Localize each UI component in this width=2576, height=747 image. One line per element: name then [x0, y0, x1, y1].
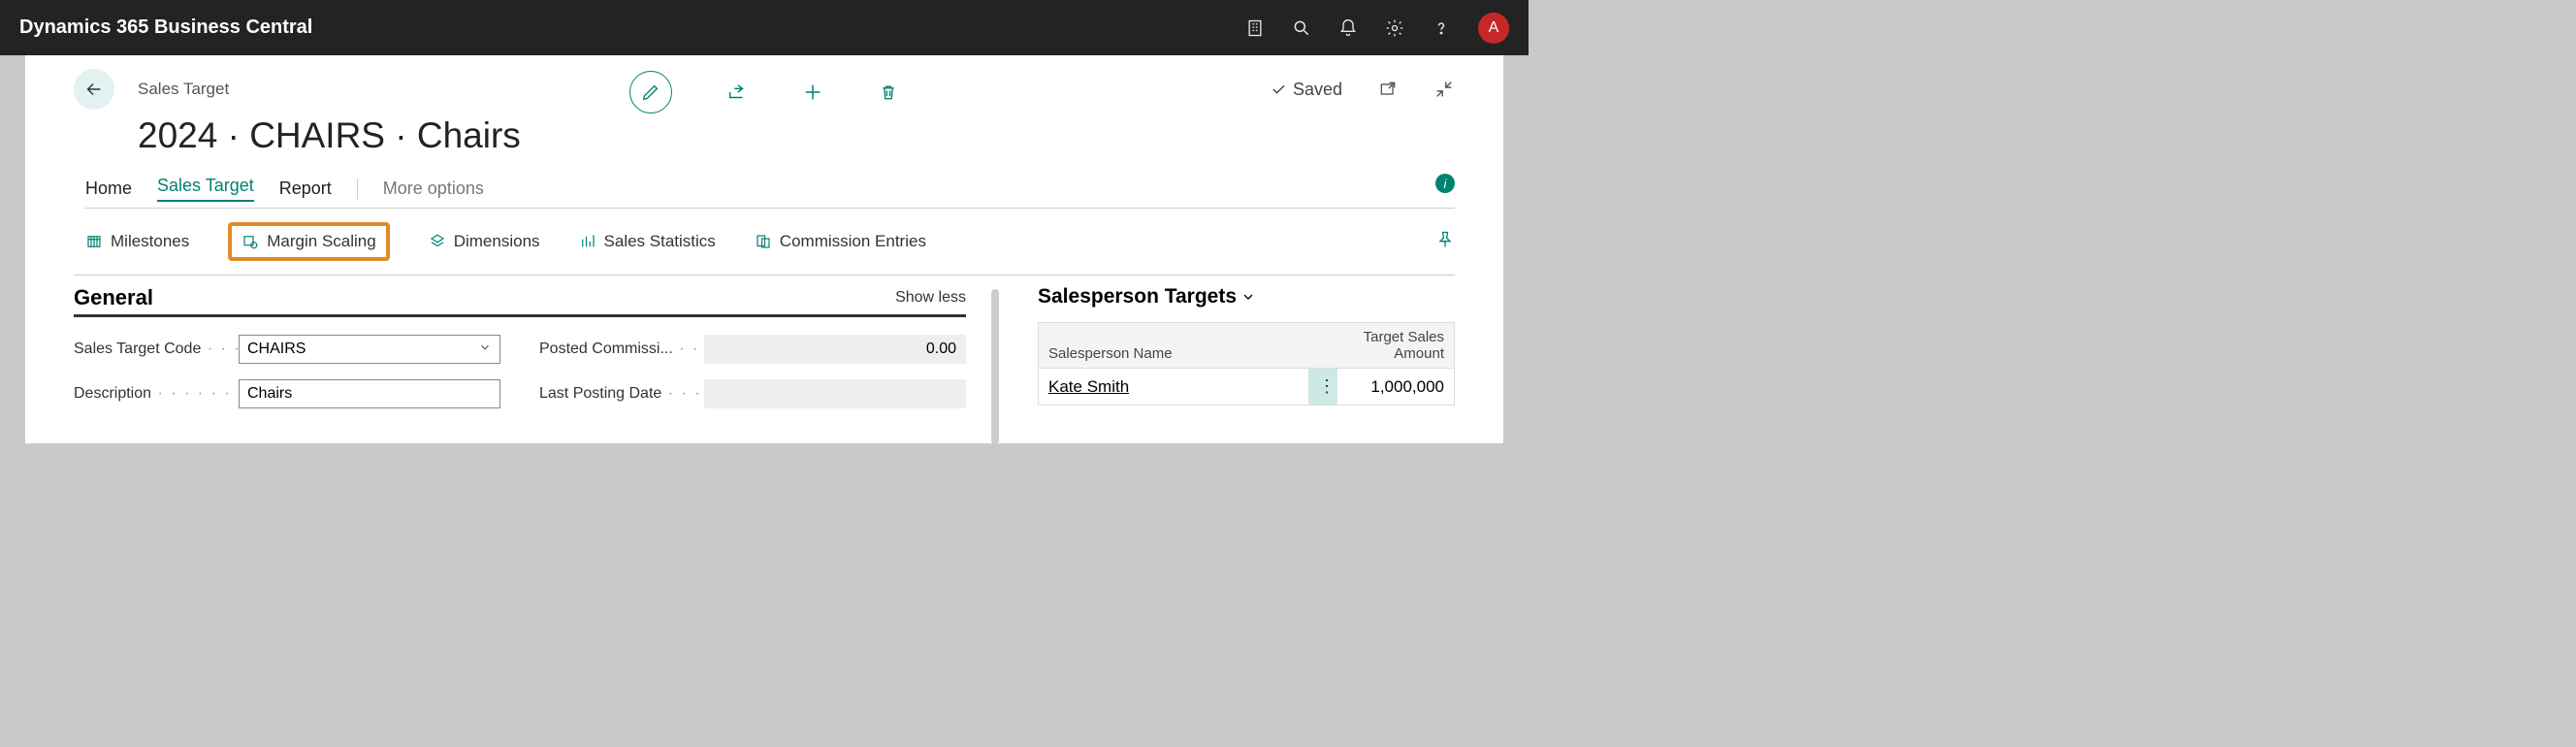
action-bar: Milestones Margin Scaling Dimensions Sal… [74, 209, 1455, 276]
chevron-down-icon[interactable] [478, 341, 492, 359]
environment-icon[interactable] [1245, 18, 1265, 38]
description-label: Description [74, 385, 239, 403]
action-margin-scaling-label: Margin Scaling [267, 232, 375, 251]
search-icon[interactable] [1292, 18, 1311, 38]
page-tabs: Home Sales Target Report More options i [85, 176, 1455, 209]
record-actions [629, 71, 899, 114]
edit-button[interactable] [629, 71, 672, 114]
salesperson-amount: 1,000,000 [1337, 370, 1454, 405]
saved-label: Saved [1293, 80, 1342, 100]
delete-icon[interactable] [878, 81, 899, 103]
col-target-amount[interactable]: Target Sales Amount [1318, 323, 1454, 368]
collapse-icon[interactable] [1433, 79, 1455, 100]
scrollbar[interactable] [991, 289, 999, 444]
general-section: General Show less Sales Target Code CHAI… [74, 285, 985, 424]
page-card: Sales Target Saved [25, 55, 1503, 443]
pin-icon[interactable] [1435, 230, 1455, 254]
row-menu-button[interactable]: ⋮ [1308, 369, 1337, 405]
table-row: Kate Smith ⋮ 1,000,000 [1039, 369, 1454, 405]
description-input[interactable]: Chairs [239, 379, 500, 408]
action-milestones[interactable]: Milestones [85, 232, 189, 251]
action-sales-statistics[interactable]: Sales Statistics [579, 232, 716, 251]
gear-icon[interactable] [1385, 18, 1404, 38]
last-posting-date-label: Last Posting Date [539, 385, 704, 403]
avatar[interactable]: A [1478, 13, 1509, 44]
back-button[interactable] [74, 69, 114, 110]
action-dimensions[interactable]: Dimensions [429, 232, 540, 251]
salesperson-section: Salesperson Targets Salesperson Name Tar… [985, 285, 1455, 424]
last-posting-date-field [704, 379, 966, 408]
show-less-link[interactable]: Show less [895, 289, 966, 307]
tab-sales-target[interactable]: Sales Target [157, 176, 254, 202]
sales-target-code-label: Sales Target Code [74, 341, 239, 358]
sales-target-code-input[interactable]: CHAIRS [239, 335, 500, 364]
record-title: 2024 · CHAIRS · Chairs [138, 115, 1455, 156]
tab-separator [357, 179, 358, 200]
salesperson-name-link[interactable]: Kate Smith [1039, 370, 1308, 405]
bell-icon[interactable] [1338, 18, 1358, 38]
page-status-actions: Saved [1270, 79, 1455, 100]
col-target-amount-l1: Target Sales [1328, 329, 1444, 345]
help-icon[interactable] [1432, 18, 1451, 38]
action-margin-scaling[interactable]: Margin Scaling [228, 222, 389, 261]
sales-target-code-value: CHAIRS [247, 341, 306, 358]
app-name: Dynamics 365 Business Central [19, 16, 312, 39]
new-icon[interactable] [802, 81, 823, 103]
description-value: Chairs [247, 385, 292, 403]
col-target-amount-l2: Amount [1328, 345, 1444, 362]
salesperson-table: Salesperson Name Target Sales Amount Kat… [1038, 322, 1455, 406]
action-commission-entries[interactable]: Commission Entries [755, 232, 926, 251]
popout-icon[interactable] [1377, 79, 1399, 100]
table-header-row: Salesperson Name Target Sales Amount [1039, 323, 1454, 369]
action-dimensions-label: Dimensions [454, 232, 540, 251]
action-milestones-label: Milestones [111, 232, 189, 251]
posted-commission-field: 0.00 [704, 335, 966, 364]
salesperson-heading[interactable]: Salesperson Targets [1038, 285, 1455, 309]
titlebar: Dynamics 365 Business Central A [0, 0, 1529, 55]
salesperson-heading-label: Salesperson Targets [1038, 285, 1237, 309]
general-heading: General [74, 285, 153, 310]
content-region: General Show less Sales Target Code CHAI… [74, 285, 1455, 424]
avatar-initial: A [1489, 19, 1499, 37]
tab-more-options[interactable]: More options [383, 179, 484, 199]
col-salesperson-name[interactable]: Salesperson Name [1039, 323, 1318, 368]
titlebar-actions: A [1245, 13, 1509, 44]
info-badge[interactable]: i [1435, 174, 1455, 193]
tab-report[interactable]: Report [279, 179, 332, 199]
action-commission-entries-label: Commission Entries [780, 232, 926, 251]
posted-commission-label: Posted Commissi... [539, 341, 704, 358]
share-icon[interactable] [726, 81, 748, 103]
action-sales-statistics-label: Sales Statistics [604, 232, 716, 251]
tab-home[interactable]: Home [85, 179, 132, 199]
saved-indicator: Saved [1270, 80, 1342, 100]
posted-commission-value: 0.00 [926, 341, 956, 358]
breadcrumb[interactable]: Sales Target [138, 80, 229, 99]
